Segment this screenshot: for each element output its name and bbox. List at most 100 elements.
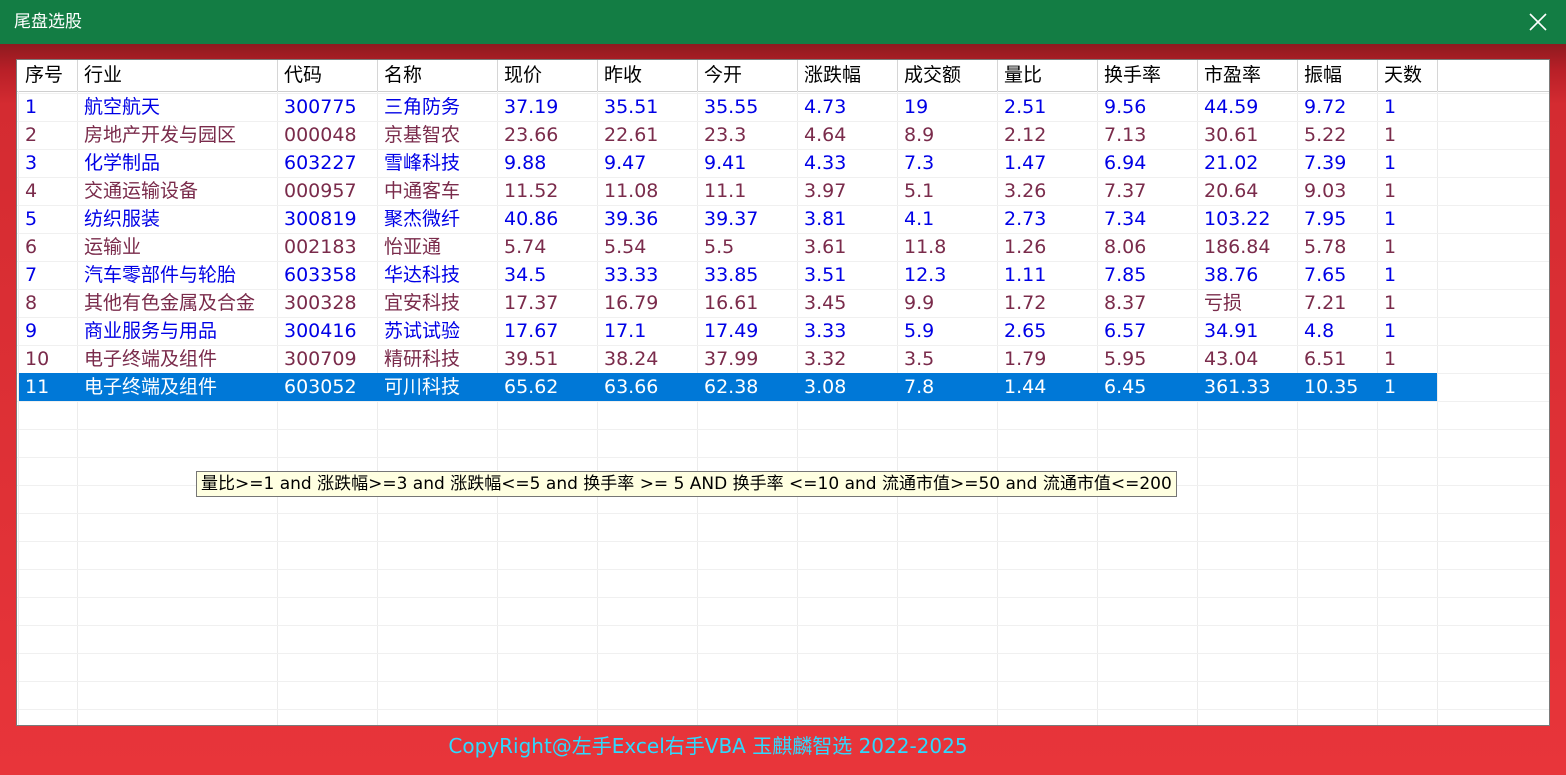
table-row[interactable]: 5 纺织服装 300819 聚杰微纤 40.86 39.36 39.37 3.81 4.1 2.7… — [17, 205, 1549, 233]
table-cell: 300775 — [284, 96, 357, 118]
column-header-5[interactable]: 昨收 — [598, 60, 698, 91]
table-cell: 6.57 — [1104, 320, 1147, 342]
table-cell: 9.41 — [704, 152, 747, 174]
table-row[interactable]: 4 交通运输设备 000957 中通客车 11.52 11.08 11.1 3.97 5.1 3.… — [17, 177, 1549, 205]
column-header-0[interactable]: 序号 — [19, 60, 78, 91]
table-cell: 5 — [25, 208, 38, 230]
table-cell: 63.66 — [604, 376, 659, 398]
table-cell: 35.51 — [604, 96, 659, 118]
table-cell: 3.97 — [804, 180, 847, 202]
grid-hline — [17, 429, 1549, 430]
close-icon[interactable] — [1529, 13, 1547, 31]
table-row[interactable]: 11 电子终端及组件 603052 可川科技 65.62 63.66 62.38 3.08 7.… — [17, 373, 1549, 401]
table-cell: 5.9 — [904, 320, 935, 342]
table-cell: 电子终端及组件 — [84, 376, 218, 398]
table-cell: 1 — [1384, 96, 1397, 118]
table-cell: 17.67 — [504, 320, 559, 342]
table-cell: 1.79 — [1004, 348, 1047, 370]
table-row[interactable]: 1 航空航天 300775 三角防务 37.19 35.51 35.55 4.73 19 2.51… — [17, 93, 1549, 121]
table-cell: 精研科技 — [384, 348, 461, 370]
table-cell: 2.51 — [1004, 96, 1047, 118]
table-cell: 002183 — [284, 236, 357, 258]
window-frame: 序号 行业 代码 名称 现价 昨收 今开 涨跌幅 成交额 量比 换手率 市盈率 振幅 天数 1 航空航天 30… — [0, 44, 1566, 775]
title-bar[interactable]: 尾盘选股 — [0, 0, 1566, 44]
table-cell: 1 — [1384, 292, 1397, 314]
column-header-1[interactable]: 行业 — [78, 60, 278, 91]
column-header-2[interactable]: 代码 — [278, 60, 378, 91]
table-cell: 7.13 — [1104, 124, 1147, 146]
column-header-3[interactable]: 名称 — [378, 60, 498, 91]
table-cell: 39.51 — [504, 348, 559, 370]
column-header-13[interactable]: 天数 — [1378, 60, 1438, 91]
table-cell: 3.32 — [804, 348, 847, 370]
table-cell: 聚杰微纤 — [384, 208, 461, 230]
table-cell: 1.11 — [1004, 264, 1047, 286]
table-cell: 11.52 — [504, 180, 559, 202]
table-row[interactable]: 3 化学制品 603227 雪峰科技 9.88 9.47 9.41 4.33 7.3 1.47 6.… — [17, 149, 1549, 177]
table-cell: 中通客车 — [384, 180, 461, 202]
table-cell: 5.54 — [604, 236, 647, 258]
table-cell: 3.81 — [804, 208, 847, 230]
table-cell: 5.5 — [704, 236, 735, 258]
table-cell: 怡亚通 — [384, 236, 442, 258]
table-cell: 1 — [1384, 180, 1397, 202]
table-cell: 4.73 — [804, 96, 847, 118]
column-header-8[interactable]: 成交额 — [898, 60, 998, 91]
column-header-4[interactable]: 现价 — [498, 60, 598, 91]
table-cell: 4.1 — [904, 208, 935, 230]
table-cell: 1 — [1384, 124, 1397, 146]
table-cell: 1.47 — [1004, 152, 1047, 174]
table-row[interactable]: 10 电子终端及组件 300709 精研科技 39.51 38.24 37.99 3.32 3.… — [17, 345, 1549, 373]
table-row[interactable]: 6 运输业 002183 怡亚通 5.74 5.54 5.5 3.61 11.8 1.26 8.06… — [17, 233, 1549, 261]
table-cell: 3 — [25, 152, 38, 174]
table-cell: 1.26 — [1004, 236, 1047, 258]
table-cell: 35.55 — [704, 96, 759, 118]
grid-hline — [17, 569, 1549, 570]
grid-hline — [17, 625, 1549, 626]
table-cell: 603227 — [284, 152, 357, 174]
table-cell: 其他有色金属及合金 — [84, 292, 256, 314]
table-cell: 7.3 — [904, 152, 935, 174]
grid-hline — [17, 709, 1549, 710]
column-header-12[interactable]: 振幅 — [1298, 60, 1378, 91]
column-header-11[interactable]: 市盈率 — [1198, 60, 1298, 91]
table-row[interactable]: 8 其他有色金属及合金 300328 宜安科技 17.37 16.79 16.61 3.45 9… — [17, 289, 1549, 317]
table-cell: 商业服务与用品 — [84, 320, 218, 342]
column-header-6[interactable]: 今开 — [698, 60, 798, 91]
table-cell: 可川科技 — [384, 376, 461, 398]
table-cell: 苏试试验 — [384, 320, 461, 342]
table-cell: 7 — [25, 264, 38, 286]
table-cell: 7.95 — [1304, 208, 1347, 230]
table-cell: 雪峰科技 — [384, 152, 461, 174]
table-row[interactable]: 9 商业服务与用品 300416 苏试试验 17.67 17.1 17.49 3.33 5.9 2… — [17, 317, 1549, 345]
table-row[interactable]: 2 房地产开发与园区 000048 京基智农 23.66 22.61 23.3 4.64 8.9… — [17, 121, 1549, 149]
table-cell: 8.37 — [1104, 292, 1147, 314]
table-cell: 300328 — [284, 292, 357, 314]
table-cell: 1 — [1384, 376, 1397, 398]
column-header-9[interactable]: 量比 — [998, 60, 1098, 91]
table-cell: 宜安科技 — [384, 292, 461, 314]
column-header-10[interactable]: 换手率 — [1098, 60, 1198, 91]
table-cell: 1 — [1384, 264, 1397, 286]
close-button[interactable] — [1510, 0, 1566, 44]
table-cell: 103.22 — [1204, 208, 1271, 230]
table-cell: 11.8 — [904, 236, 947, 258]
table-cell: 40.86 — [504, 208, 559, 230]
table-cell: 9.9 — [904, 292, 935, 314]
table-cell: 3.61 — [804, 236, 847, 258]
table-row[interactable]: 7 汽车零部件与轮胎 603358 华达科技 34.5 33.33 33.85 3.51 12.… — [17, 261, 1549, 289]
table-cell: 000957 — [284, 180, 357, 202]
table-cell: 7.39 — [1304, 152, 1347, 174]
table-cell: 11 — [25, 376, 50, 398]
filter-condition-tooltip: 量比>=1 and 涨跌幅>=3 and 涨跌幅<=5 and 换手率 >= 5… — [196, 471, 1177, 497]
table-cell: 1 — [1384, 348, 1397, 370]
table-cell: 4.8 — [1304, 320, 1335, 342]
table-cell: 7.8 — [904, 376, 935, 398]
stock-list-view[interactable]: 序号 行业 代码 名称 现价 昨收 今开 涨跌幅 成交额 量比 换手率 市盈率 振幅 天数 1 航空航天 30… — [16, 59, 1550, 726]
table-cell: 38.24 — [604, 348, 659, 370]
table-cell: 361.33 — [1204, 376, 1271, 398]
table-cell: 2.12 — [1004, 124, 1047, 146]
table-cell: 房地产开发与园区 — [84, 124, 237, 146]
column-header-7[interactable]: 涨跌幅 — [798, 60, 898, 91]
table-cell: 4.64 — [804, 124, 847, 146]
